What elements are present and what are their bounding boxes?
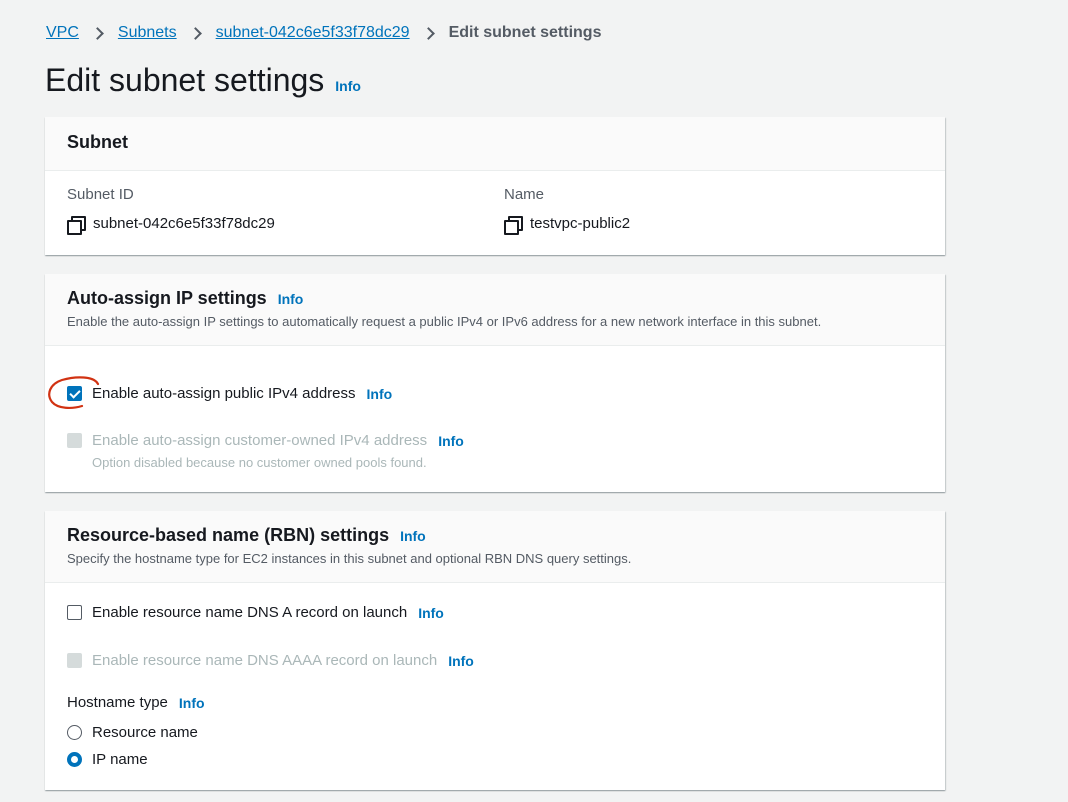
breadcrumb-subnets-link[interactable]: Subnets (118, 24, 177, 42)
breadcrumb: VPC Subnets subnet-042c6e5f33f78dc29 Edi… (46, 23, 601, 43)
ip-name-label: IP name (92, 751, 148, 768)
hostname-ip-name-option[interactable]: IP name (67, 751, 148, 768)
ipv4-info-link[interactable]: Info (367, 386, 393, 402)
dns-a-option[interactable]: Enable resource name DNS A record on lau… (67, 604, 444, 621)
annotation-circle-icon (48, 376, 100, 409)
chevron-right-icon (188, 26, 202, 40)
page-header: Edit subnet settings Info (45, 62, 361, 99)
hostname-type-heading: Hostname type Info (67, 694, 205, 711)
subnet-panel: Subnet Subnet ID subnet-042c6e5f33f78dc2… (45, 117, 945, 255)
customer-owned-option: Enable auto-assign customer-owned IPv4 a… (67, 432, 464, 449)
ipv4-autoassign-option[interactable]: Enable auto-assign public IPv4 address I… (67, 385, 392, 402)
subnet-id-value: subnet-042c6e5f33f78dc29 (67, 215, 275, 235)
name-text: testvpc-public2 (530, 215, 631, 232)
autoassign-panel-title: Auto-assign IP settings (67, 288, 267, 308)
autoassign-info-link[interactable]: Info (278, 291, 304, 307)
page-title: Edit subnet settings (45, 62, 325, 98)
customer-owned-checkbox (67, 433, 82, 448)
hostname-type-info-link[interactable]: Info (179, 695, 205, 711)
autoassign-panel-header: Auto-assign IP settings Info Enable the a… (45, 274, 945, 346)
rbn-panel-title: Resource-based name (RBN) settings (67, 525, 390, 545)
subnet-panel-title: Subnet (67, 132, 128, 152)
chevron-right-icon (91, 26, 104, 40)
resource-name-label: Resource name (92, 724, 198, 741)
dns-aaaa-checkbox (67, 653, 82, 668)
dns-a-info-link[interactable]: Info (418, 605, 444, 621)
copy-icon[interactable] (67, 215, 86, 235)
hostname-type-label: Hostname type (67, 694, 168, 711)
subnet-panel-header: Subnet (45, 117, 945, 171)
resource-name-radio[interactable] (67, 725, 82, 740)
dns-aaaa-label: Enable resource name DNS AAAA record on … (92, 652, 438, 669)
ipv4-autoassign-label: Enable auto-assign public IPv4 address (92, 385, 356, 402)
customer-owned-info-link[interactable]: Info (438, 433, 464, 449)
autoassign-description: Enable the auto-assign IP settings to au… (67, 314, 822, 329)
dns-aaaa-info-link[interactable]: Info (448, 653, 474, 669)
customer-owned-label: Enable auto-assign customer-owned IPv4 a… (92, 432, 428, 449)
rbn-panel: Resource-based name (RBN) settings Info S… (45, 511, 945, 790)
autoassign-panel: Auto-assign IP settings Info Enable the a… (45, 274, 945, 492)
breadcrumb-vpc-link[interactable]: VPC (46, 24, 79, 42)
breadcrumb-current: Edit subnet settings (448, 24, 602, 41)
breadcrumb-subnet-id-link[interactable]: subnet-042c6e5f33f78dc29 (216, 24, 410, 42)
rbn-panel-header: Resource-based name (RBN) settings Info S… (45, 511, 945, 583)
ip-name-radio[interactable] (67, 752, 82, 767)
dns-a-checkbox[interactable] (67, 605, 82, 620)
subnet-id-label: Subnet ID (67, 186, 134, 203)
rbn-description: Specify the hostname type for EC2 instan… (67, 551, 632, 566)
rbn-info-link[interactable]: Info (400, 528, 426, 544)
customer-owned-hint: Option disabled because no customer owne… (92, 455, 427, 470)
dns-a-label: Enable resource name DNS A record on lau… (92, 604, 408, 621)
hostname-resource-name-option[interactable]: Resource name (67, 724, 198, 741)
dns-aaaa-option: Enable resource name DNS AAAA record on … (67, 652, 474, 669)
name-value: testvpc-public2 (504, 215, 631, 235)
chevron-right-icon (421, 26, 435, 40)
subnet-id-text: subnet-042c6e5f33f78dc29 (93, 215, 275, 232)
name-label: Name (504, 186, 545, 203)
page-info-link[interactable]: Info (335, 78, 361, 94)
copy-icon[interactable] (504, 215, 523, 235)
